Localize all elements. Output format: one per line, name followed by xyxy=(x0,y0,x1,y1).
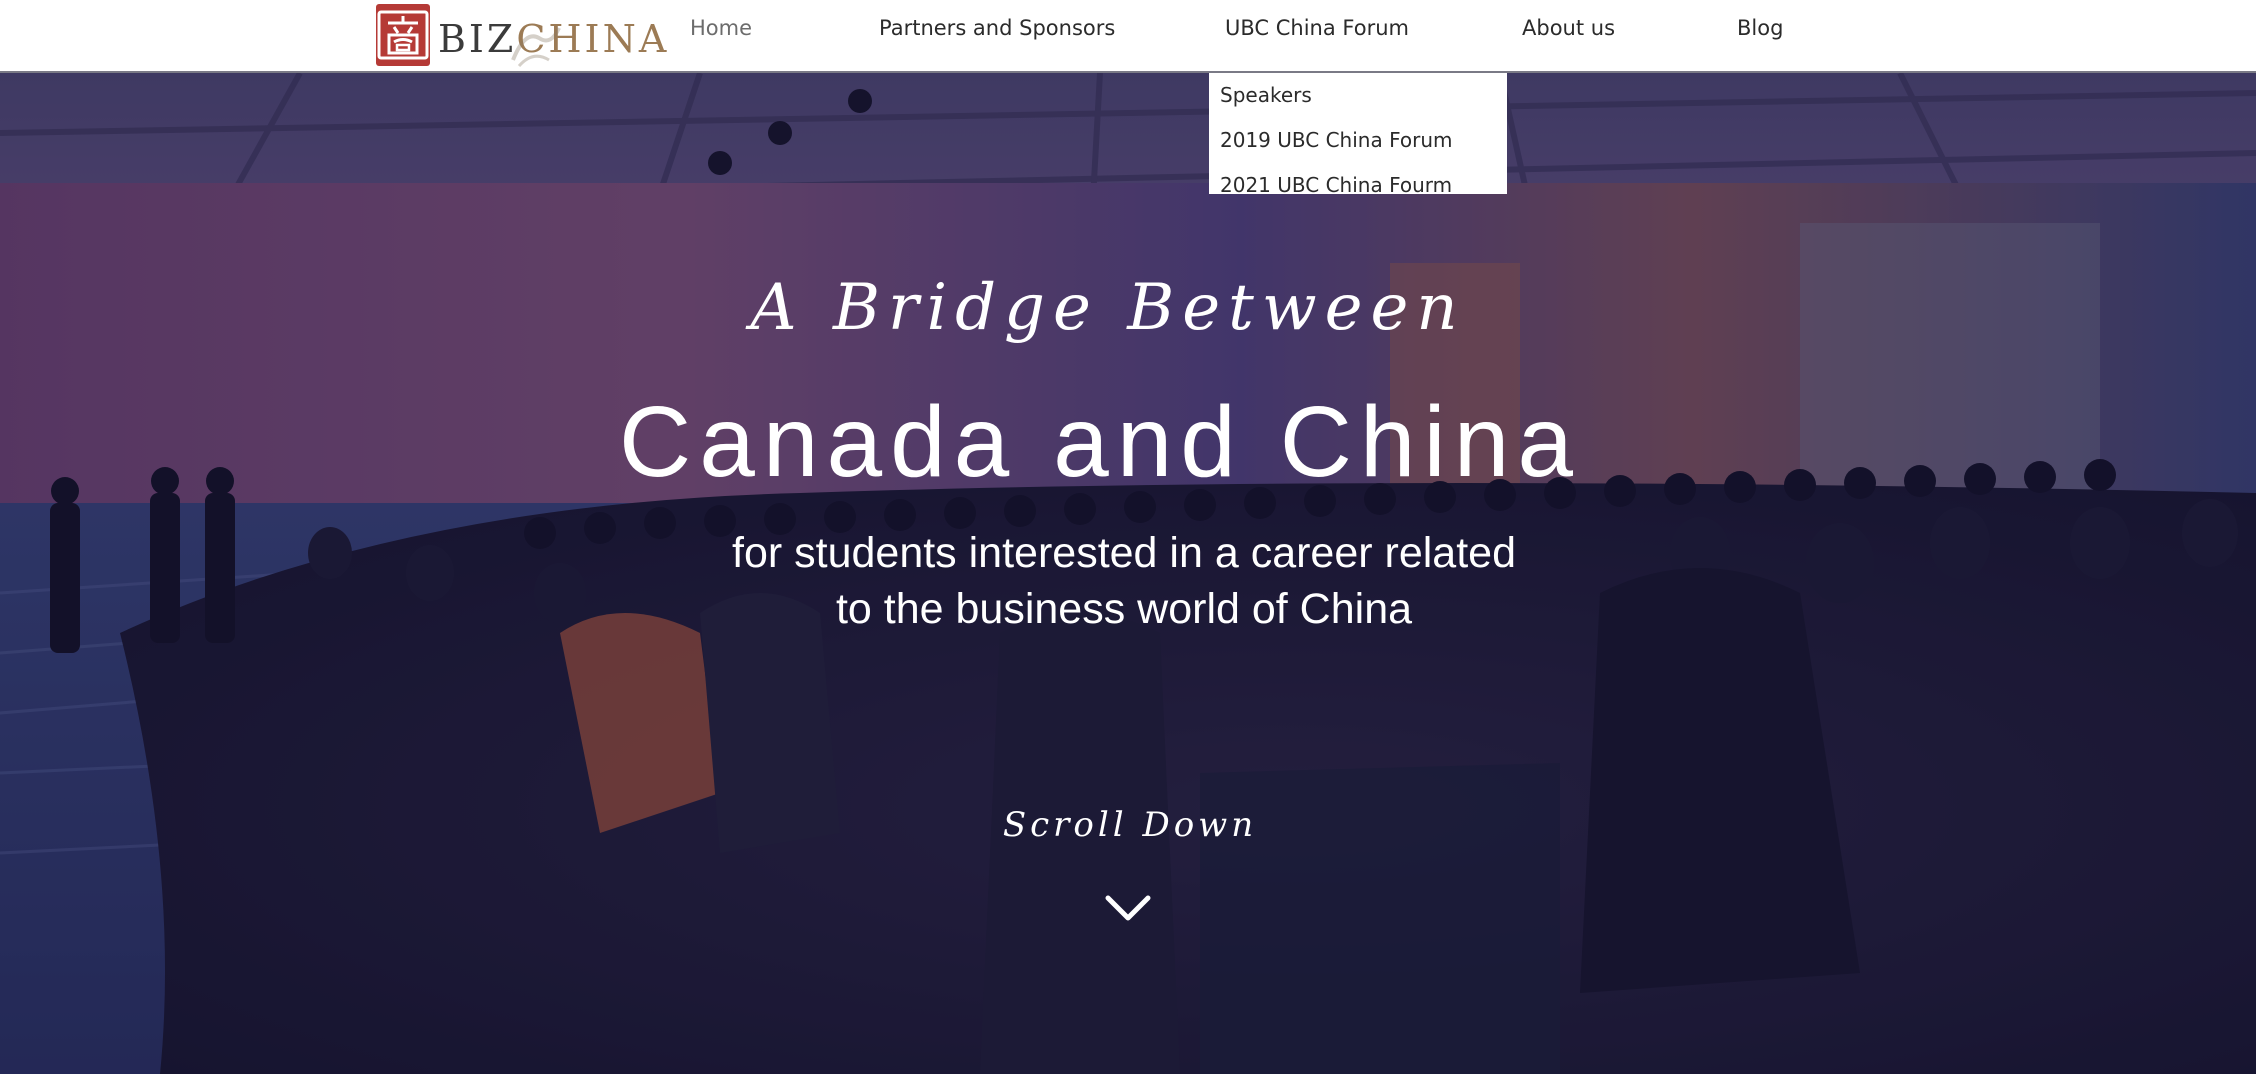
page: BIZCHINA Home Partners and Sponsors UBC … xyxy=(0,0,2256,1074)
chevron-down-icon[interactable] xyxy=(1104,893,1152,923)
hero-subline-line-1: for students interested in a career rela… xyxy=(732,529,1516,577)
hero-subline: for students interested in a career rela… xyxy=(0,525,2252,637)
main-nav: Home Partners and Sponsors UBC China For… xyxy=(0,0,2256,58)
dropdown-item-2019-forum[interactable]: 2019 UBC China Forum xyxy=(1220,128,1452,152)
forum-dropdown-menu: Speakers 2019 UBC China Forum 2021 UBC C… xyxy=(1209,73,1507,197)
nav-home[interactable]: Home xyxy=(690,16,752,40)
nav-blog[interactable]: Blog xyxy=(1737,16,1783,40)
hero-headline: Canada and China xyxy=(619,386,1581,498)
hero-tagline: A Bridge Between xyxy=(750,271,1466,345)
site-header: BIZCHINA Home Partners and Sponsors UBC … xyxy=(0,0,2256,73)
scroll-down-label[interactable]: Scroll Down xyxy=(2,805,2256,845)
hero-section: A Bridge Between Canada and China for st… xyxy=(0,73,2256,1074)
dropdown-item-2021-forum[interactable]: 2021 UBC China Fourm xyxy=(1220,173,1452,197)
nav-ubc-china-forum[interactable]: UBC China Forum xyxy=(1225,16,1409,40)
nav-partners-and-sponsors[interactable]: Partners and Sponsors xyxy=(879,16,1115,40)
hero-subline-line-2: to the business world of China xyxy=(835,585,1413,633)
dropdown-item-speakers[interactable]: Speakers xyxy=(1220,83,1312,107)
nav-about-us[interactable]: About us xyxy=(1522,16,1615,40)
